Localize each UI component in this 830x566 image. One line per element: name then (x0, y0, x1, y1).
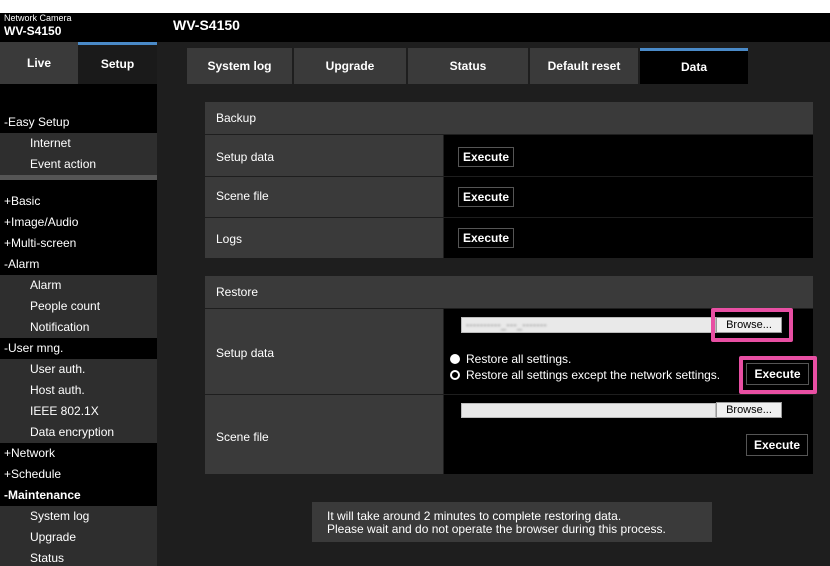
backup-setup-value: Execute (443, 135, 813, 176)
execute-highlight-box (739, 356, 817, 394)
live-tab[interactable]: Live (0, 42, 78, 84)
backup-scene-execute-button[interactable]: Execute (458, 187, 514, 207)
restore-scene-execute-button[interactable]: Execute (746, 434, 808, 456)
setup-menu: -Easy Setup Internet Event action +Basic… (0, 112, 157, 566)
backup-scene-label: Scene file (216, 189, 269, 203)
radio-except-network-label: Restore all settings except the network … (466, 368, 721, 382)
menu-ieee[interactable]: IEEE 802.1X (0, 401, 157, 422)
menu-user-mng[interactable]: -User mng. (0, 338, 157, 359)
menu-people-count[interactable]: People count (0, 296, 157, 317)
scene-browse-button[interactable]: Browse... (716, 402, 782, 418)
brand-block: Network Camera WV-S4150 (0, 13, 157, 42)
restore-scene-row: Scene file Browse... Execute (205, 394, 813, 474)
sidebar: Live Setup -Easy Setup Internet Event ac… (0, 42, 157, 566)
menu-user-auth[interactable]: User auth. (0, 359, 157, 380)
backup-setup-row: Setup data Execute (205, 134, 813, 176)
backup-scene-value: Execute (443, 177, 813, 217)
menu-image-audio[interactable]: +Image/Audio (0, 212, 157, 233)
tab-data[interactable]: Data (640, 48, 748, 84)
backup-logs-row: Logs Execute (205, 217, 813, 258)
menu-upgrade[interactable]: Upgrade (0, 527, 157, 548)
restore-notice: It will take around 2 minutes to complet… (312, 502, 712, 542)
setup-file-name: ----------_---_------- (466, 320, 547, 330)
restore-setup-row: Setup data ----------_---_------- Browse… (205, 308, 817, 394)
backup-logs-value: Execute (443, 218, 813, 258)
model-bar: WV-S4150 (157, 13, 830, 42)
tab-status[interactable]: Status (408, 48, 528, 84)
menu-network[interactable]: +Network (0, 443, 157, 464)
radio-unselected-icon (450, 354, 460, 364)
notice-line-2: Please wait and do not operate the brows… (327, 522, 666, 536)
menu-internet[interactable]: Internet (0, 133, 157, 154)
menu-divider (0, 175, 157, 180)
tab-upgrade[interactable]: Upgrade (294, 48, 406, 84)
menu-data-encryption[interactable]: Data encryption (0, 422, 157, 443)
radio-restore-except-network[interactable]: Restore all settings except the network … (450, 368, 720, 382)
backup-setup-execute-button[interactable]: Execute (458, 147, 514, 167)
maintenance-tabs: System log Upgrade Status Default reset … (187, 48, 830, 84)
menu-system-log[interactable]: System log (0, 506, 157, 527)
menu-easy-setup[interactable]: -Easy Setup (0, 112, 157, 133)
radio-restore-all-label: Restore all settings. (466, 352, 572, 366)
menu-multi-screen[interactable]: +Multi-screen (0, 233, 157, 254)
brand-model: WV-S4150 (4, 24, 62, 38)
menu-host-auth[interactable]: Host auth. (0, 380, 157, 401)
restore-setup-value: ----------_---_------- Browse... Restore… (443, 308, 817, 394)
radio-restore-all[interactable]: Restore all settings. (450, 352, 571, 366)
tab-default-reset[interactable]: Default reset (530, 48, 638, 84)
restore-scene-label: Scene file (216, 430, 269, 444)
brand-subtitle: Network Camera (4, 13, 72, 23)
top-header: Network Camera WV-S4150 WV-S4150 (0, 0, 830, 42)
scene-file-input[interactable] (461, 403, 716, 418)
setup-tab[interactable]: Setup (78, 42, 157, 84)
data-content: Backup Setup data Execute Scene file Exe… (205, 102, 817, 474)
restore-header: Restore (205, 276, 813, 308)
radio-selected-icon (450, 370, 460, 380)
browse-highlight-box (711, 308, 793, 342)
setup-file-input[interactable]: ----------_---_------- (461, 317, 716, 333)
backup-header: Backup (205, 102, 813, 134)
menu-alarm-group[interactable]: -Alarm (0, 254, 157, 275)
restore-scene-value: Browse... Execute (443, 395, 813, 474)
backup-logs-label: Logs (216, 232, 243, 246)
menu-basic[interactable]: +Basic (0, 191, 157, 212)
restore-setup-label: Setup data (216, 346, 275, 360)
tab-system-log[interactable]: System log (187, 48, 292, 84)
menu-alarm[interactable]: Alarm (0, 275, 157, 296)
section-gap (205, 258, 813, 276)
main-panel: System log Upgrade Status Default reset … (157, 42, 830, 566)
menu-maintenance[interactable]: -Maintenance (0, 485, 157, 506)
mode-tabs: Live Setup (0, 42, 157, 84)
backup-scene-row: Scene file Execute (205, 176, 813, 217)
menu-event-action[interactable]: Event action (0, 154, 157, 175)
menu-status[interactable]: Status (0, 548, 157, 566)
backup-setup-label: Setup data (216, 150, 275, 164)
backup-logs-execute-button[interactable]: Execute (458, 228, 514, 248)
menu-notification[interactable]: Notification (0, 317, 157, 338)
menu-schedule[interactable]: +Schedule (0, 464, 157, 485)
page-title: WV-S4150 (173, 17, 240, 33)
